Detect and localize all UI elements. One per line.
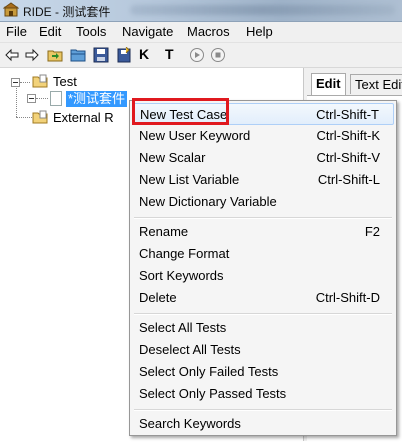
suite-folder-icon (32, 74, 48, 88)
tree-item-external-resources[interactable]: External R (53, 110, 114, 125)
menu-item-shortcut: Ctrl-Shift-K (316, 128, 380, 143)
menu-item-new-dictionary-variable[interactable]: New Dictionary Variable (132, 191, 394, 213)
tree-connector (16, 88, 17, 117)
menu-item-new-scalar[interactable]: New Scalar Ctrl-Shift-V (132, 147, 394, 169)
tree-connector (20, 82, 30, 83)
menu-item-sort-keywords[interactable]: Sort Keywords (132, 265, 394, 287)
external-resources-folder-icon (32, 110, 48, 124)
menu-item-deselect-all-tests[interactable]: Deselect All Tests (132, 339, 394, 361)
menu-tools[interactable]: Tools (76, 24, 106, 39)
menu-item-label: Delete (139, 290, 177, 305)
menu-edit[interactable]: Edit (39, 24, 61, 39)
tab-text-edit[interactable]: Text Edit (350, 74, 402, 94)
menu-item-label: Change Format (139, 246, 230, 261)
menu-separator (134, 313, 392, 315)
menu-item-label: Sort Keywords (139, 268, 224, 283)
save-icon[interactable] (93, 47, 109, 63)
menu-navigate[interactable]: Navigate (122, 24, 173, 39)
menu-item-label: New User Keyword (139, 128, 251, 143)
tree-item-test[interactable]: Test (53, 74, 77, 89)
menu-item-shortcut: Ctrl-Shift-D (315, 290, 380, 305)
save-all-icon[interactable] (116, 47, 132, 63)
menu-item-label: New List Variable (139, 172, 240, 187)
menu-separator (134, 217, 392, 219)
menu-item-label: Rename (139, 224, 189, 239)
context-menu: New Test Case Ctrl-Shift-T New User Keyw… (129, 100, 397, 436)
menu-item-label: Search Keywords (139, 416, 241, 431)
tree-connector (16, 117, 32, 118)
toolbar: K T (0, 43, 402, 68)
ride-app-icon (3, 2, 19, 17)
test-search-icon[interactable]: T (165, 46, 181, 62)
menu-item-label: Deselect All Tests (139, 342, 241, 357)
window-title: RIDE - 测试套件 (23, 5, 111, 19)
highlight-annotation-box (132, 98, 229, 125)
suite-file-icon (50, 91, 62, 106)
menu-item-new-list-variable[interactable]: New List Variable Ctrl-Shift-L (132, 169, 394, 191)
tree-connector (36, 98, 48, 99)
stop-icon[interactable] (210, 47, 226, 63)
menu-item-shortcut: Ctrl-Shift-V (316, 150, 380, 165)
menu-item-label: Select All Tests (139, 320, 227, 335)
menu-item-search-keywords[interactable]: Search Keywords (132, 413, 394, 435)
tree-collapse-suite-icon[interactable] (27, 94, 36, 103)
menu-item-shortcut: F2 (364, 224, 380, 239)
menu-macros[interactable]: Macros (187, 24, 230, 39)
open-directory-icon[interactable] (70, 47, 86, 63)
open-folder-icon[interactable] (47, 47, 63, 63)
forward-arrow-icon[interactable] (24, 47, 40, 63)
title-bar: RIDE - 测试套件 (0, 0, 402, 22)
keyword-search-icon[interactable]: K (139, 46, 155, 62)
menu-item-rename[interactable]: Rename F2 (132, 221, 394, 243)
menu-bar: File Edit Tools Navigate Macros Help (0, 22, 402, 43)
back-arrow-icon[interactable] (4, 47, 20, 63)
run-icon[interactable] (189, 47, 205, 63)
menu-file[interactable]: File (6, 24, 27, 39)
menu-item-select-all-tests[interactable]: Select All Tests (132, 317, 394, 339)
tab-edit[interactable]: Edit (311, 73, 346, 95)
menu-item-delete[interactable]: Delete Ctrl-Shift-D (132, 287, 394, 309)
menu-item-change-format[interactable]: Change Format (132, 243, 394, 265)
menu-item-label: New Scalar (139, 150, 206, 165)
menu-help[interactable]: Help (246, 24, 273, 39)
menu-item-new-user-keyword[interactable]: New User Keyword Ctrl-Shift-K (132, 125, 394, 147)
menu-item-select-only-passed-tests[interactable]: Select Only Passed Tests (132, 383, 394, 405)
menu-item-label: Select Only Failed Tests (139, 364, 279, 379)
menu-item-label: Select Only Passed Tests (139, 386, 287, 401)
blurred-path (130, 5, 395, 15)
tree-collapse-test-icon[interactable] (11, 78, 20, 87)
menu-separator (134, 409, 392, 411)
menu-item-shortcut: Ctrl-Shift-L (317, 172, 380, 187)
tree-item-selected-suite[interactable]: *测试套件 (66, 91, 128, 107)
menu-item-select-only-failed-tests[interactable]: Select Only Failed Tests (132, 361, 394, 383)
menu-item-shortcut: Ctrl-Shift-T (316, 107, 379, 122)
menu-item-label: New Dictionary Variable (139, 194, 277, 209)
